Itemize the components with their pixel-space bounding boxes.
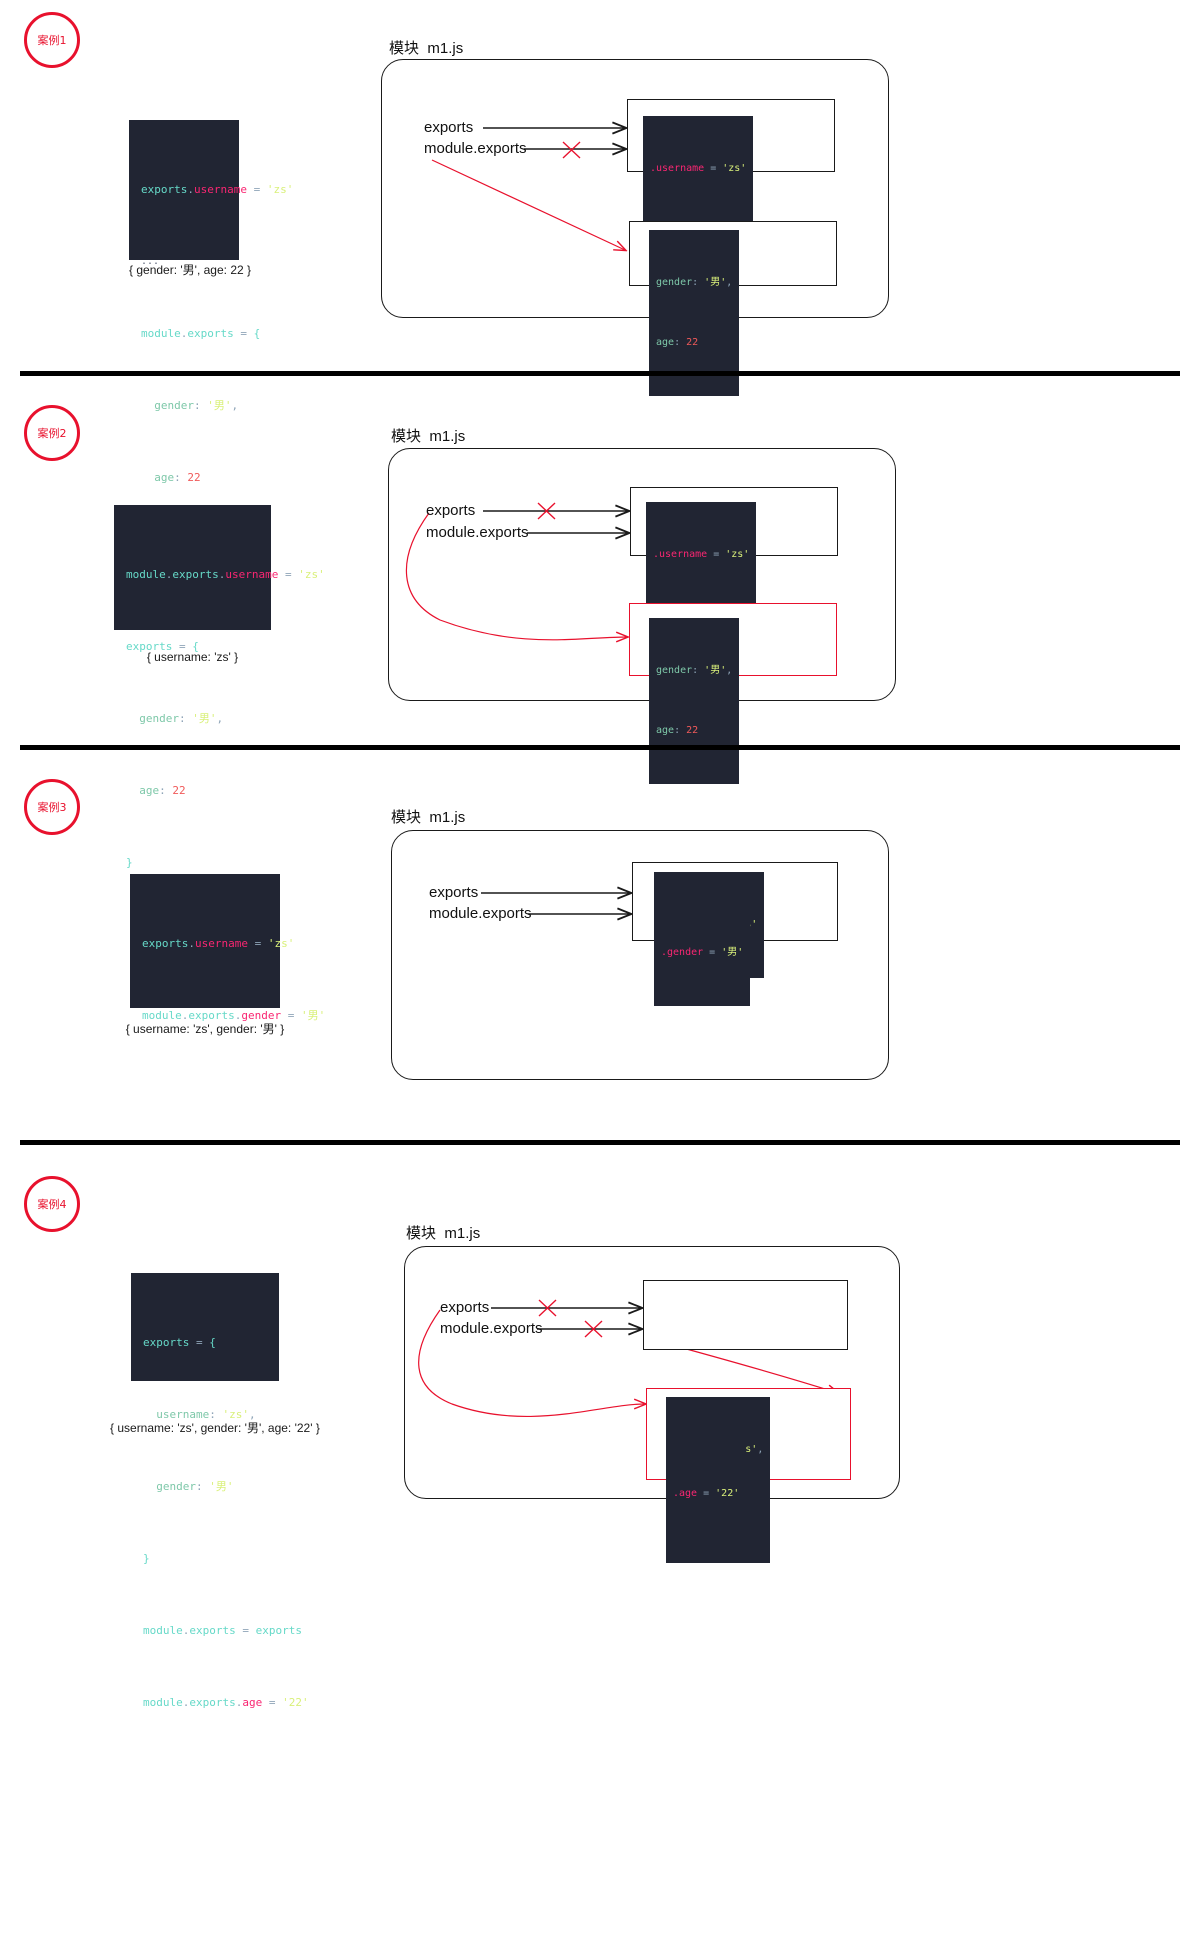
chip-username-2: .username = 'zs' [646,502,757,608]
code-block-4: exports = { username: 'zs', gender: '男' … [131,1273,309,1709]
module-file: m1.js [429,428,466,445]
code-result-2: { username: 'zs' } [146,650,239,664]
code-line: module.exports = exports [143,1624,302,1637]
module-label: 模块 [406,1225,437,1242]
module-file: m1.js [444,1225,481,1242]
module-file: m1.js [427,40,464,57]
ref-module-exports-1: module.exports [424,140,527,157]
code-block-3: exports.username = 'zs' module.exports.g… [130,874,325,1022]
code-result-1: { gender: '男', age: 22 } [129,263,252,277]
code-line: exports.username = 'zs' [142,937,295,950]
ref-module-exports-3: module.exports [429,905,532,922]
chip-gender-age-2: gender: '男', age: 22 [649,618,740,784]
ref-module-exports-2: module.exports [426,524,529,541]
section-divider-2 [20,745,1180,750]
code-line: gender: '男' [156,1480,234,1493]
case-badge-3: 案例3 [24,779,80,835]
case-badge-1: 案例1 [24,12,80,68]
module-title-2: 模块 m1.js [391,425,465,446]
code-line: module.exports.age = '22' [143,1696,309,1709]
ref-exports-1: exports [424,119,474,136]
module-label: 模块 [391,809,422,826]
object-box-top-2: .username = 'zs' [630,487,838,608]
case-badge-4: 案例4 [24,1176,80,1232]
ref-module-exports-4: module.exports [440,1320,543,1337]
object-box-bottom-2: gender: '男', age: 22 [629,603,837,784]
code-line: age: 22 [154,471,201,484]
code-line: exports.username = 'zs' [141,183,294,196]
ref-exports-4: exports [440,1299,490,1316]
code-line: module.exports = { [141,327,261,340]
module-file: m1.js [429,809,466,826]
code-block-2: module.exports.username = 'zs' exports =… [114,505,325,869]
section-divider-3 [20,1140,1180,1145]
code-block-1: exports.username = 'zs' ... module.expor… [129,120,294,556]
chip-age-4: .age = '22' [666,1441,747,1547]
module-label: 模块 [389,40,420,57]
code-result-3: { username: 'zs', gender: '男' } [125,1022,285,1036]
object-box-top-1: .username = 'zs' [627,99,835,222]
module-label: 模块 [391,428,422,445]
code-result-4: { username: 'zs', gender: '男', age: '22'… [110,1421,320,1435]
code-line: module.exports.username = 'zs' [126,568,325,581]
code-line: gender: '男', [139,712,224,725]
module-title-3: 模块 m1.js [391,806,465,827]
chip-username-1: .username = 'zs' [643,116,754,222]
code-line: } [126,856,133,869]
chip-gender-3: .gender = '男' [654,900,751,1006]
code-line: age: 22 [139,784,186,797]
object-box-bottom-1: gender: '男', age: 22 [629,221,837,396]
ref-exports-2: exports [426,502,476,519]
object-box-3: .username = 'zs' .gender = '男' [632,862,838,1006]
object-box-bottom-4: username: 'zs', gender: '男' .age = '22' [646,1388,851,1563]
code-line: gender: '男', [154,399,239,412]
case-badge-2: 案例2 [24,405,80,461]
object-box-top-4 [643,1280,848,1350]
module-title-4: 模块 m1.js [406,1222,480,1243]
code-line: } [143,1552,150,1565]
ref-exports-3: exports [429,884,479,901]
code-line: exports = { [143,1336,216,1349]
module-title-1: 模块 m1.js [389,37,463,58]
section-divider-1 [20,371,1180,376]
diagram-page: 案例1 exports.username = 'zs' ... module.e… [0,0,1200,1946]
